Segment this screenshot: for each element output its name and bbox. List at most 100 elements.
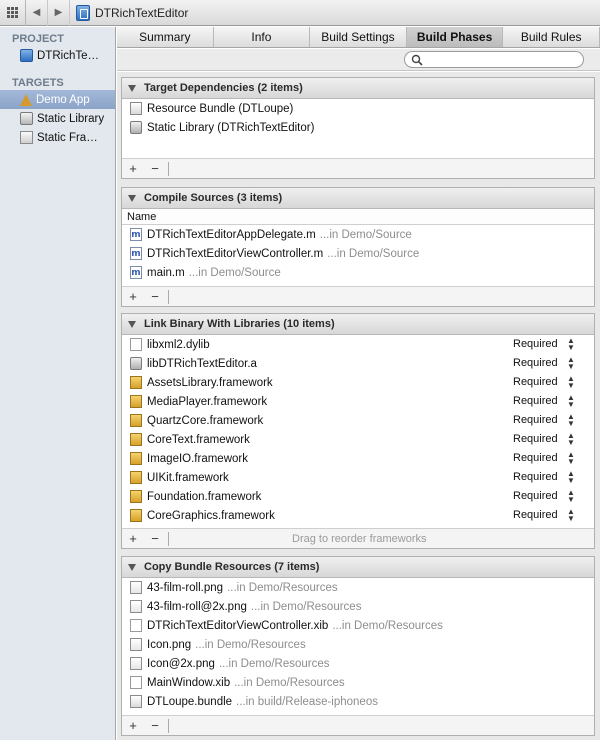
list-item[interactable]: UIKit.framework Required ▲ ▼	[122, 468, 594, 487]
status-select[interactable]: Required	[513, 433, 558, 445]
status-select[interactable]: Required	[513, 414, 558, 426]
column-header-name[interactable]: Name	[122, 209, 594, 225]
tab-build-settings[interactable]: Build Settings	[310, 27, 407, 47]
project-targets-sidebar: PROJECT DTRichTe… TARGETS Demo App Stati…	[0, 27, 116, 740]
framework-icon	[130, 395, 142, 408]
list-item[interactable]: MediaPlayer.framework Required ▲ ▼	[122, 392, 594, 411]
framework-icon	[130, 452, 142, 465]
bundle-icon	[130, 102, 142, 115]
status-select[interactable]: Required	[513, 395, 558, 407]
image-file-icon	[130, 657, 142, 670]
item-name: Foundation.framework	[147, 490, 262, 503]
disclosure-triangle-icon[interactable]	[128, 320, 136, 328]
sidebar-item-static-framework[interactable]: Static Fra…	[0, 128, 115, 147]
list-item[interactable]: CoreText.framework Required ▲ ▼	[122, 430, 594, 449]
phase-header[interactable]: Link Binary With Libraries (10 items)	[122, 314, 594, 335]
add-button[interactable]: +	[122, 718, 144, 733]
add-button[interactable]: +	[122, 289, 144, 304]
status-select[interactable]: Required	[513, 452, 558, 464]
list-item[interactable]: CoreGraphics.framework Required ▲ ▼	[122, 506, 594, 525]
item-name: CoreGraphics.framework	[147, 509, 275, 522]
item-name: DTRichTextEditorViewController.xib	[147, 619, 329, 632]
status-select[interactable]: Required	[513, 376, 558, 388]
status-select[interactable]: Required	[513, 471, 558, 483]
item-name: DTRichTextEditorAppDelegate.m	[147, 228, 316, 241]
list-item[interactable]: ImageIO.framework Required ▲ ▼	[122, 449, 594, 468]
framework-target-icon	[20, 131, 33, 144]
list-item[interactable]: MainWindow.xib ...in Demo/Resources	[122, 673, 594, 692]
sidebar-item-label: DTRichTe…	[37, 49, 99, 62]
status-select[interactable]: Required	[513, 490, 558, 502]
stepper-icon[interactable]: ▲ ▼	[567, 451, 575, 466]
disclosure-triangle-icon[interactable]	[128, 563, 136, 571]
add-button[interactable]: +	[122, 161, 144, 176]
list-item[interactable]: m DTRichTextEditorAppDelegate.m ...in Demo…	[122, 225, 594, 244]
stepper-icon[interactable]: ▲ ▼	[567, 375, 575, 390]
stepper-icon[interactable]: ▲ ▼	[567, 432, 575, 447]
remove-button[interactable]: −	[144, 531, 166, 546]
stepper-icon[interactable]: ▲ ▼	[567, 413, 575, 428]
tab-summary[interactable]: Summary	[117, 27, 214, 47]
stepper-icon[interactable]: ▲ ▼	[567, 356, 575, 371]
status-select[interactable]: Required	[513, 509, 558, 521]
list-item[interactable]: QuartzCore.framework Required ▲ ▼	[122, 411, 594, 430]
sidebar-item-demo-app[interactable]: Demo App	[0, 90, 115, 109]
phase-footer: + −	[122, 286, 594, 306]
list-item[interactable]: 43-film-roll.png ...in Demo/Resources	[122, 578, 594, 597]
list-item[interactable]: libxml2.dylib Required ▲ ▼	[122, 335, 594, 354]
disclosure-triangle-icon[interactable]	[128, 194, 136, 202]
tab-info[interactable]: Info	[214, 27, 311, 47]
list-item[interactable]: libDTRichTextEditor.a Required ▲ ▼	[122, 354, 594, 373]
stepper-icon[interactable]: ▲ ▼	[567, 337, 575, 352]
remove-button[interactable]: −	[144, 289, 166, 304]
phase-header[interactable]: Compile Sources (3 items)	[122, 188, 594, 209]
status-select[interactable]: Required	[513, 357, 558, 369]
item-location: ...in Demo/Resources	[218, 657, 330, 670]
xib-file-icon	[130, 676, 142, 689]
list-item[interactable]: DTLoupe.bundle ...in build/Release-iphone…	[122, 692, 594, 711]
divider	[168, 161, 169, 176]
static-library-icon	[130, 357, 142, 370]
list-item[interactable]: Icon.png ...in Demo/Resources	[122, 635, 594, 654]
jump-bar: ◀ ▶ DTRichTextEditor	[0, 0, 600, 26]
status-select[interactable]: Required	[513, 338, 558, 350]
list-item[interactable]: Resource Bundle (DTLoupe)	[122, 99, 594, 118]
phase-link-binary: Link Binary With Libraries (10 items) li…	[121, 313, 595, 549]
list-item[interactable]: DTRichTextEditorViewController.xib ...in …	[122, 616, 594, 635]
stepper-icon[interactable]: ▲ ▼	[567, 394, 575, 409]
phase-target-dependencies: Target Dependencies (2 items) Resource B…	[121, 77, 595, 179]
objc-source-file-icon: m	[130, 228, 142, 241]
list-item[interactable]: m main.m ...in Demo/Source	[122, 263, 594, 282]
stepper-icon[interactable]: ▲ ▼	[567, 508, 575, 523]
tab-build-phases[interactable]: Build Phases	[406, 27, 504, 47]
phase-header[interactable]: Copy Bundle Resources (7 items)	[122, 557, 594, 578]
sidebar-item-project[interactable]: DTRichTe…	[0, 46, 115, 65]
phase-header[interactable]: Target Dependencies (2 items)	[122, 78, 594, 99]
item-location: ...in build/Release-iphoneos	[236, 695, 378, 708]
stepper-icon[interactable]: ▲ ▼	[567, 470, 575, 485]
sidebar-item-label: Static Library	[37, 112, 105, 125]
list-item[interactable]: Icon@2x.png ...in Demo/Resources	[122, 654, 594, 673]
related-items-grid-icon[interactable]	[0, 0, 26, 26]
phase-title: Compile Sources (3 items)	[144, 192, 283, 204]
list-item[interactable]: 43-film-roll@2x.png ...in Demo/Resources	[122, 597, 594, 616]
item-location: ...in Demo/Source	[188, 266, 281, 279]
remove-button[interactable]: −	[144, 718, 166, 733]
list-item[interactable]: Static Library (DTRichTextEditor)	[122, 118, 594, 137]
breadcrumb[interactable]: DTRichTextEditor	[70, 4, 188, 21]
tab-build-rules[interactable]: Build Rules	[503, 27, 600, 47]
disclosure-triangle-icon[interactable]	[128, 84, 136, 92]
back-arrow-icon[interactable]: ◀	[26, 0, 48, 26]
project-icon	[20, 49, 33, 62]
sidebar-item-static-library[interactable]: Static Library	[0, 109, 115, 128]
forward-arrow-icon[interactable]: ▶	[48, 0, 70, 26]
list-item[interactable]: m DTRichTextEditorViewController.m ...in D…	[122, 244, 594, 263]
remove-button[interactable]: −	[144, 161, 166, 176]
list-item[interactable]: Foundation.framework Required ▲ ▼	[122, 487, 594, 506]
divider	[168, 289, 169, 304]
add-button[interactable]: +	[122, 531, 144, 546]
search-field[interactable]	[404, 51, 584, 68]
stepper-icon[interactable]: ▲ ▼	[567, 489, 575, 504]
drag-reorder-hint: Drag to reorder frameworks	[292, 533, 427, 545]
list-item[interactable]: AssetsLibrary.framework Required ▲ ▼	[122, 373, 594, 392]
